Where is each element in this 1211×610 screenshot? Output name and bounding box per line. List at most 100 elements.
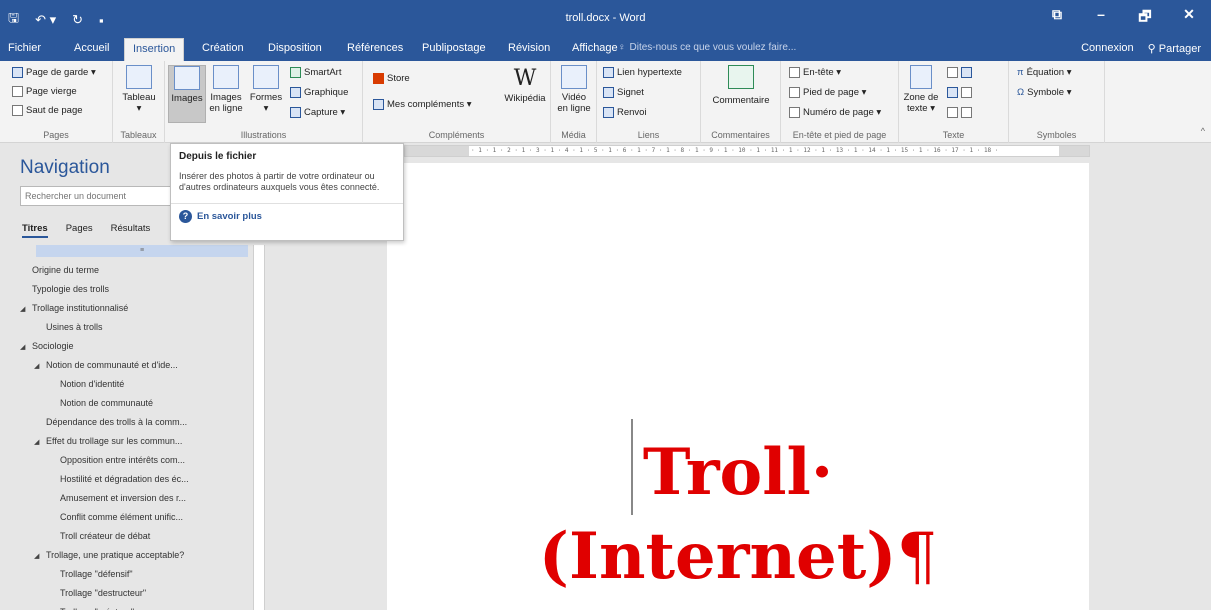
nav-heading-item[interactable]: Trollage "destructeur" (20, 584, 248, 603)
drop-cap-icon (947, 107, 958, 118)
page-break-button[interactable]: Saut de page (12, 105, 83, 116)
text-box-button[interactable]: Zone de texte ▾ (903, 65, 939, 114)
nav-heading-item[interactable]: Amusement et inversion des r... (20, 489, 248, 508)
nav-heading-label: Trollage institutionnalisé (32, 303, 129, 313)
connexion-link[interactable]: Connexion (1081, 42, 1134, 55)
tab-affichage[interactable]: Affichage (572, 42, 618, 54)
nav-heading-item[interactable]: Hostilité et dégradation des éc... (20, 470, 248, 489)
nav-heading-item[interactable]: Conflit comme élément unific... (20, 508, 248, 527)
bookmark-button[interactable]: Signet (603, 87, 644, 98)
my-addins-label: Mes compléments ▾ (387, 99, 472, 110)
selected-heading[interactable]: ≡ (36, 245, 248, 257)
shapes-button[interactable]: Formes ▾ (249, 65, 283, 114)
group-header-footer: En-tête ▾ Pied de page ▾ Numéro de page … (781, 61, 899, 143)
table-label: Tableau (122, 92, 156, 103)
nav-heading-item[interactable]: Notion de communauté (20, 394, 248, 413)
collapse-triangle-icon[interactable]: ◢ (34, 357, 46, 376)
nav-heading-item[interactable]: Typologie des trolls (20, 280, 248, 299)
nav-heading-label: Origine du terme (32, 265, 100, 275)
page-number-button[interactable]: Numéro de page ▾ (789, 107, 881, 118)
my-addins-button[interactable]: Mes compléments ▾ (373, 99, 472, 110)
tab-disposition[interactable]: Disposition (268, 42, 322, 54)
footer-button[interactable]: Pied de page ▾ (789, 87, 866, 98)
online-pictures-button[interactable]: Images en ligne (209, 65, 243, 114)
ribbon: Page de garde ▾ Page vierge Saut de page… (0, 61, 1211, 143)
help-icon: ? (179, 210, 192, 223)
horizontal-ruler[interactable]: · 1 · 1 · 2 · 1 · 3 · 1 · 4 · 1 · 5 · 1 … (404, 145, 1090, 157)
collapse-triangle-icon[interactable]: ◢ (34, 433, 46, 452)
collapse-triangle-icon[interactable]: ◢ (20, 338, 32, 357)
nav-tab-headings[interactable]: Titres (22, 223, 48, 238)
nav-heading-item[interactable]: Trollage "défensif" (20, 565, 248, 584)
nav-heading-item[interactable]: ◢ Sociologie (20, 337, 248, 356)
nav-tab-results[interactable]: Résultats (111, 223, 151, 238)
equation-button[interactable]: π Équation ▾ (1017, 67, 1071, 78)
group-symboles: π Équation ▾ Ω Symbole ▾ Symboles (1009, 61, 1105, 143)
ribbon-display-options-icon[interactable]: ⧉ (1035, 6, 1079, 30)
nav-heading-item[interactable]: Opposition entre intérêts com... (20, 451, 248, 470)
collapse-triangle-icon[interactable]: ◢ (20, 300, 32, 319)
nav-heading-label: Notion de communauté (60, 398, 154, 408)
nav-heading-label: Sociologie (32, 341, 74, 351)
minimize-button[interactable]: – (1079, 6, 1123, 30)
document-title[interactable]: Troll· (Internet)¶ (387, 431, 1089, 599)
document-page[interactable]: Troll· (Internet)¶ (387, 163, 1089, 610)
cover-page-button[interactable]: Page de garde ▾ (12, 67, 96, 78)
tab-fichier[interactable]: Fichier (8, 42, 41, 54)
wikipedia-button[interactable]: W Wikipédia (503, 65, 547, 104)
nav-heading-item[interactable]: Troll créateur de débat (20, 527, 248, 546)
drop-cap-button[interactable] (947, 107, 972, 118)
navigation-search-input[interactable] (20, 186, 180, 206)
header-button[interactable]: En-tête ▾ (789, 67, 841, 78)
tab-creation[interactable]: Création (202, 42, 244, 54)
tab-insertion[interactable]: Insertion (124, 38, 185, 61)
nav-heading-item[interactable]: Trollage "créateur" (20, 603, 248, 610)
group-label: Compléments (428, 130, 485, 140)
table-icon (126, 65, 152, 89)
screenshot-button[interactable]: Capture ▾ (290, 107, 345, 118)
ruler-left-margin (405, 146, 469, 156)
close-button[interactable]: ✕ (1167, 6, 1211, 30)
store-icon (373, 73, 384, 84)
tooltip-learn-more-link[interactable]: ? En savoir plus (179, 210, 395, 223)
wordart-button[interactable] (947, 87, 972, 98)
table-button[interactable]: Tableau ▾ (121, 65, 157, 114)
tab-accueil[interactable]: Accueil (74, 42, 109, 54)
nav-heading-item[interactable]: Dépendance des trolls à la comm... (20, 413, 248, 432)
tab-references[interactable]: Références (347, 42, 403, 54)
nav-heading-item[interactable]: Usines à trolls (20, 318, 248, 337)
nav-heading-item[interactable]: ◢ Effet du trollage sur les commun... (20, 432, 248, 451)
vertical-ruler[interactable] (253, 245, 265, 610)
comment-button[interactable]: Commentaire (707, 65, 775, 106)
maximize-button[interactable]: 🗗 (1123, 6, 1167, 30)
pictures-button[interactable]: Images (168, 65, 206, 123)
collapse-triangle-icon[interactable]: ◢ (34, 547, 46, 566)
collapse-ribbon-icon[interactable]: ^ (1201, 126, 1205, 136)
online-video-button[interactable]: Vidéo en ligne (555, 65, 593, 114)
quick-parts-button[interactable] (947, 67, 972, 78)
title-line-1: Troll· (642, 435, 834, 510)
nav-tab-pages[interactable]: Pages (66, 223, 93, 238)
pictures-label: Images (171, 93, 203, 104)
smartart-button[interactable]: SmartArt (290, 67, 341, 78)
chart-button[interactable]: Graphique (290, 87, 348, 98)
title-line-2: (Internet)¶ (387, 515, 1089, 599)
hyperlink-button[interactable]: Lien hypertexte (603, 67, 682, 78)
store-button[interactable]: Store (373, 73, 410, 84)
tab-publipostage[interactable]: Publipostage (422, 42, 486, 54)
tell-me-search[interactable]: ♀ Dites-nous ce que vous voulez faire... (618, 42, 796, 53)
share-button[interactable]: ⚲ Partager (1148, 42, 1201, 55)
cross-reference-label: Renvoi (617, 107, 647, 118)
nav-heading-item[interactable]: ◢ Notion de communauté et d'ide... (20, 356, 248, 375)
share-label: Partager (1158, 43, 1201, 55)
nav-heading-item[interactable]: ◢ Trollage institutionnalisé (20, 299, 248, 318)
tab-revision[interactable]: Révision (508, 42, 550, 54)
cross-reference-button[interactable]: Renvoi (603, 107, 647, 118)
smartart-label: SmartArt (304, 67, 342, 78)
symbol-button[interactable]: Ω Symbole ▾ (1017, 87, 1071, 98)
nav-heading-item[interactable]: Notion d'identité (20, 375, 248, 394)
vertical-scrollbar[interactable] (1201, 143, 1211, 610)
blank-page-button[interactable]: Page vierge (12, 86, 77, 97)
nav-heading-item[interactable]: ◢ Trollage, une pratique acceptable? (20, 546, 248, 565)
nav-heading-item[interactable]: Origine du terme (20, 261, 248, 280)
